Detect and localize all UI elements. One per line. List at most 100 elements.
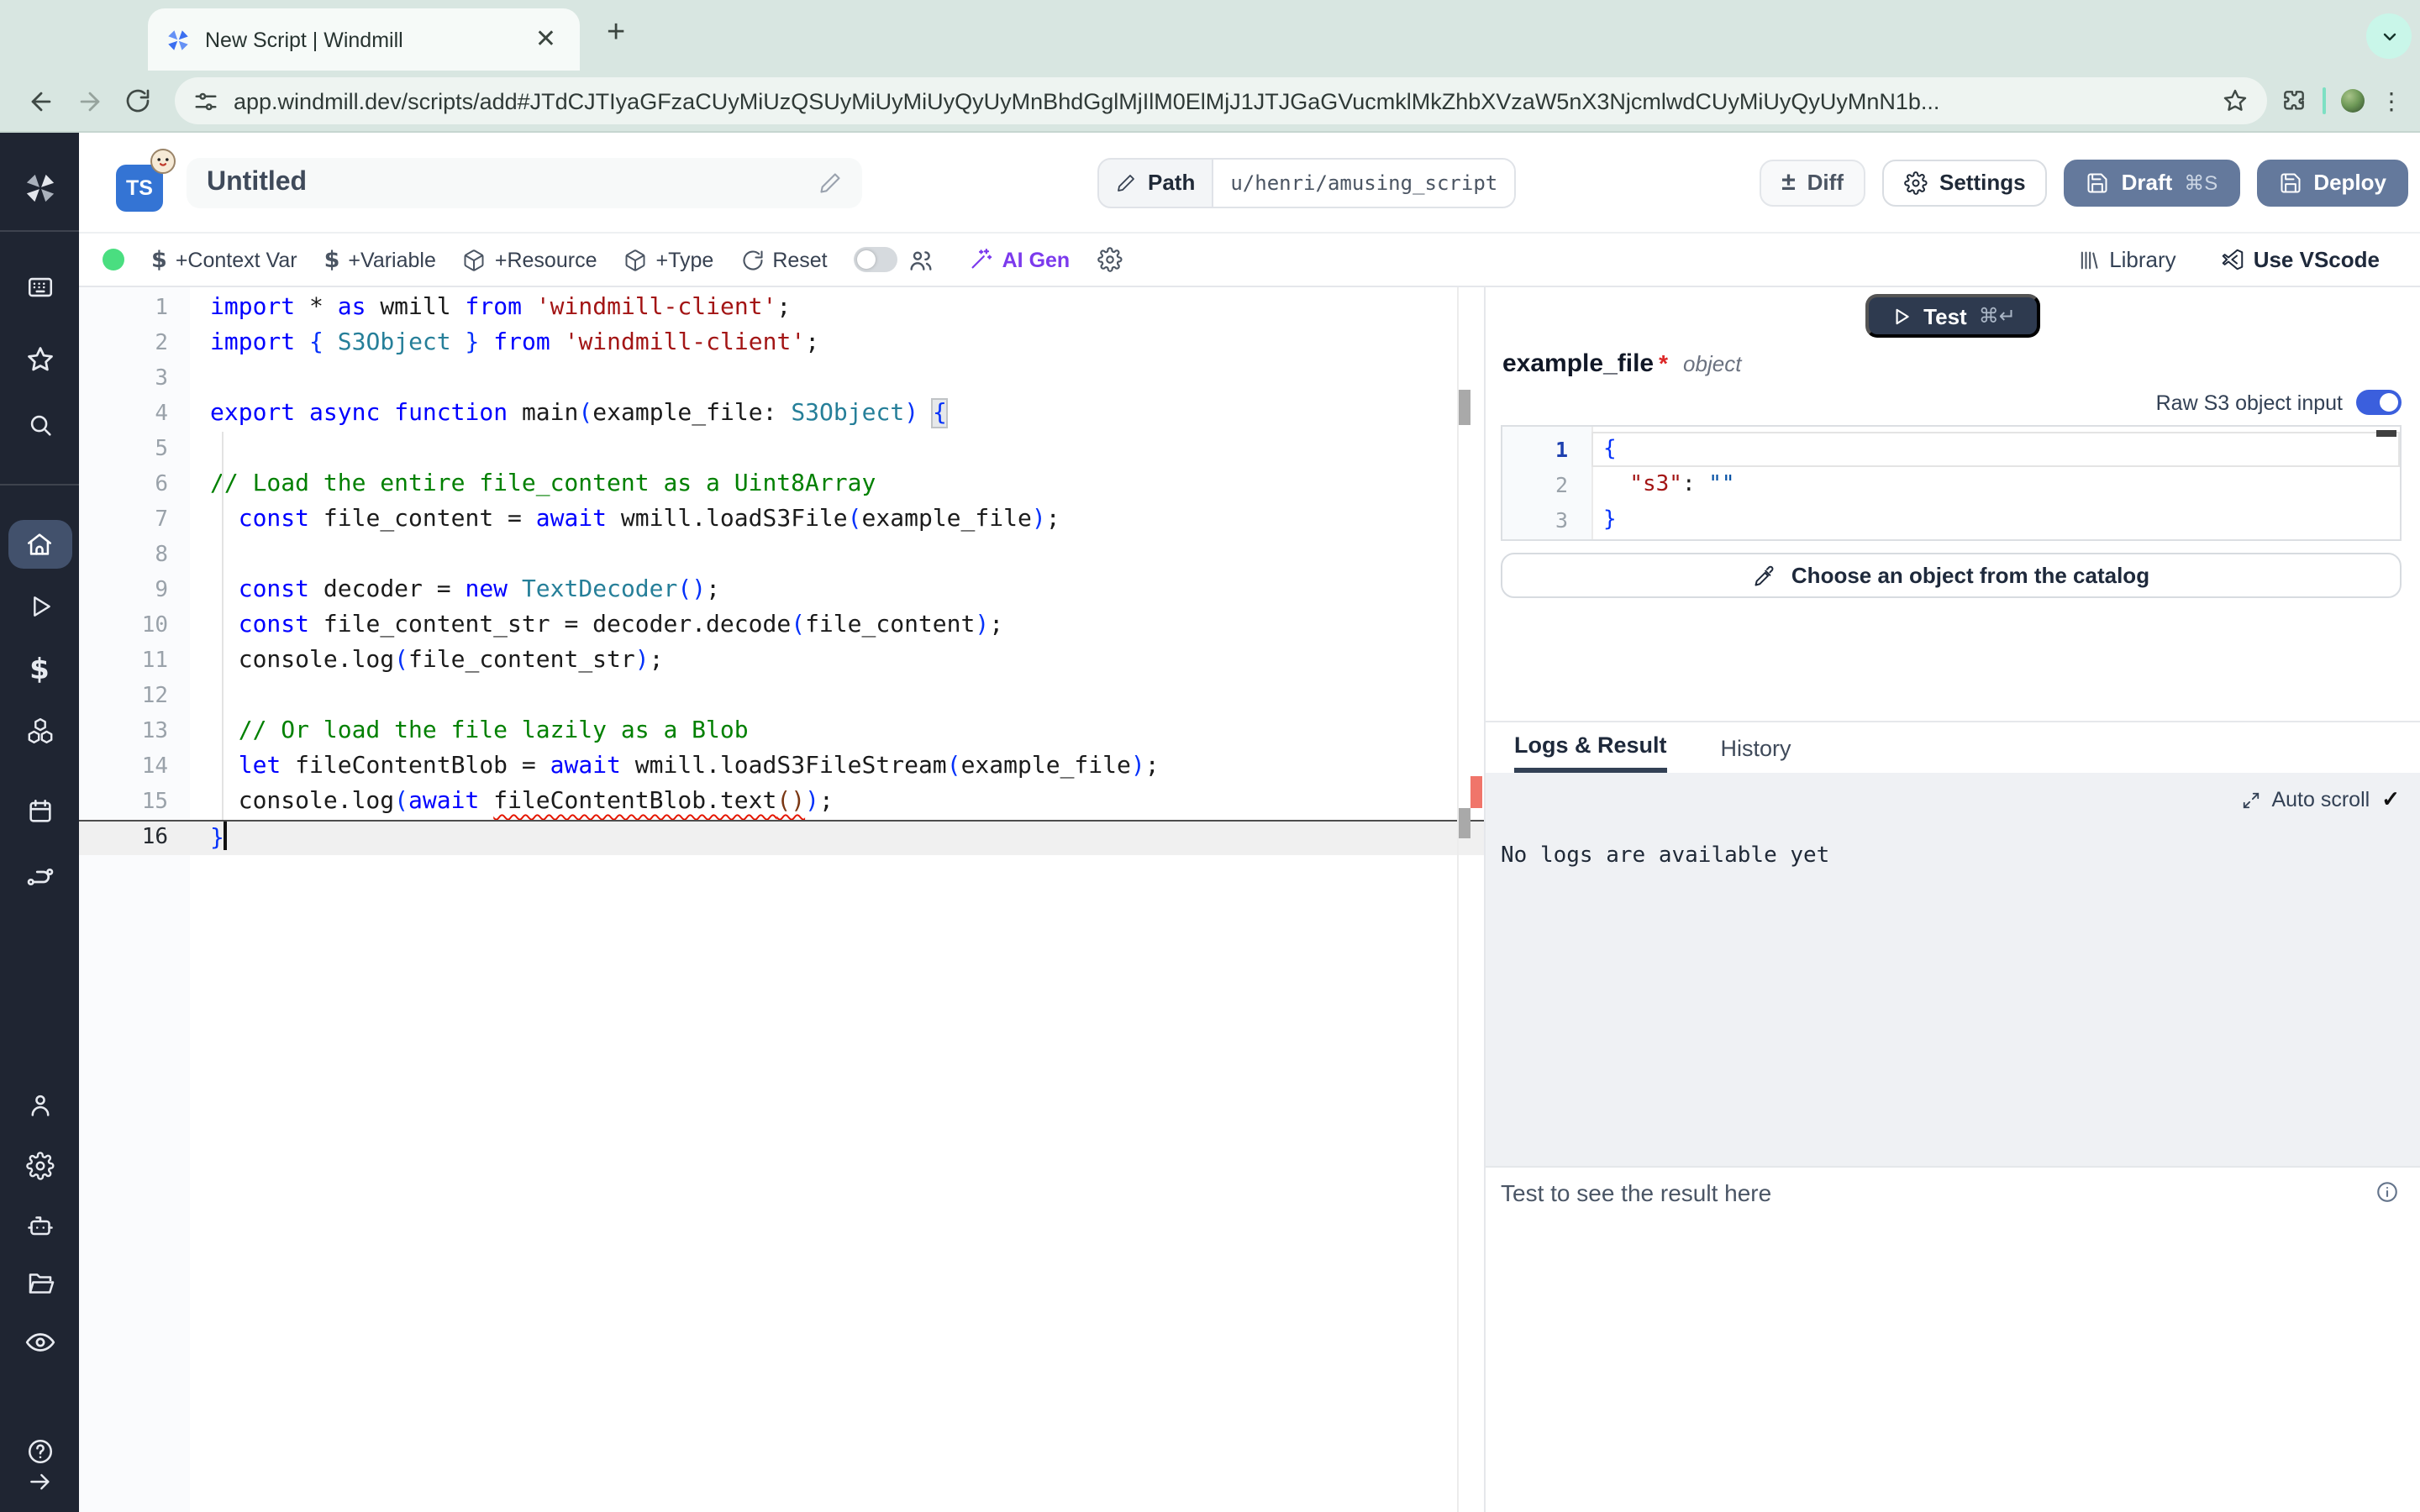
sidebar-item-schedules-calendar[interactable]: [25, 797, 54, 826]
diff-button[interactable]: ± Diff: [1760, 159, 1865, 206]
line-number: 3: [1502, 502, 1591, 538]
code-line: 8: [79, 538, 1484, 573]
script-title-field[interactable]: Untitled: [187, 157, 862, 207]
text-cursor: [224, 822, 227, 850]
script-header: TS Untitled Path u/henri/am: [79, 133, 2420, 234]
code-line: 10 const file_content_str = decoder.deco…: [79, 608, 1484, 643]
screen: New Script | Windmill ✕ + app.windmill.d…: [0, 0, 2420, 1512]
line-number: 2: [79, 326, 168, 361]
sidebar-item-home[interactable]: [8, 520, 71, 569]
add-variable-button[interactable]: $ +Variable: [324, 246, 436, 273]
result-tabs: Logs & Result History: [1486, 721, 2420, 773]
sidebar-item-runs-play[interactable]: [26, 593, 53, 620]
tab-close-icon[interactable]: ✕: [529, 24, 563, 55]
extensions-puzzle-icon[interactable]: [2281, 87, 2307, 114]
raw-s3-toggle[interactable]: [2356, 390, 2402, 415]
site-settings-icon[interactable]: [193, 88, 218, 113]
line-number: 11: [79, 643, 168, 679]
settings-button[interactable]: Settings: [1882, 159, 2048, 206]
code-text: const decoder = new TextDecoder();: [168, 573, 720, 608]
edit-title-pencil-icon[interactable]: [818, 171, 842, 194]
library-button[interactable]: Library: [2077, 247, 2176, 272]
result-placeholder: Test to see the result here: [1501, 1179, 1771, 1206]
sidebar-expand-arrow-icon[interactable]: [26, 1468, 53, 1495]
no-logs-message: No logs are available yet: [1501, 843, 1829, 869]
profile-avatar[interactable]: [2341, 89, 2365, 113]
sidebar-item-app-switcher[interactable]: [25, 273, 54, 302]
url-bar[interactable]: app.windmill.dev/scripts/add#JTdCJTIyaGF…: [175, 77, 2267, 124]
choose-object-button[interactable]: Choose an object from the catalog: [1501, 553, 2402, 598]
sidebar-item-workers-robot[interactable]: [24, 1211, 55, 1242]
sidebar-item-audit-eye[interactable]: [24, 1326, 55, 1358]
sidebar-item-variables-dollar[interactable]: $: [29, 654, 50, 687]
code-text: [168, 679, 210, 714]
reload-button[interactable]: [124, 87, 151, 114]
code-text: console.log(await fileContentBlob.text()…: [168, 785, 834, 820]
sidebar-item-user[interactable]: [25, 1091, 54, 1120]
code-editor[interactable]: 1import * as wmill from 'windmill-client…: [79, 287, 1484, 1512]
code-text: // Or load the file lazily as a Blob: [168, 714, 749, 749]
browser-update-chevron-icon[interactable]: [2366, 13, 2412, 59]
windmill-favicon-icon: [165, 26, 192, 53]
multiplayer-users-icon: [908, 246, 935, 273]
draft-button[interactable]: Draft ⌘S: [2065, 159, 2240, 206]
tab-history[interactable]: History: [1721, 722, 1791, 773]
editor-scrollbar-thumb[interactable]: [1459, 808, 1470, 838]
diff-icon: ±: [1781, 170, 1795, 195]
use-vscode-button[interactable]: Use VScode: [2220, 247, 2380, 272]
forward-button[interactable]: [76, 87, 104, 115]
json-input-editor[interactable]: 1{2 "s3": ""3}: [1501, 425, 2402, 541]
browser-chrome: New Script | Windmill ✕ + app.windmill.d…: [0, 0, 2420, 133]
argument-name: example_file: [1502, 349, 1654, 378]
argument-row: example_file * object: [1502, 349, 2403, 378]
info-icon[interactable]: [2375, 1179, 2400, 1205]
code-line: 14 let fileContentBlob = await wmill.loa…: [79, 749, 1484, 785]
line-number: 14: [79, 749, 168, 785]
browser-menu-icon[interactable]: ⋮: [2380, 89, 2403, 113]
bookmark-star-icon[interactable]: [2222, 87, 2249, 114]
tab-logs-result[interactable]: Logs & Result: [1514, 722, 1667, 773]
work-area: 1import * as wmill from 'windmill-client…: [79, 287, 2420, 1512]
windmill-logo-icon[interactable]: [21, 170, 58, 207]
path-value[interactable]: u/henri/amusing_script: [1212, 159, 1514, 206]
sidebar-item-settings-gear[interactable]: [25, 1152, 54, 1180]
browser-tab[interactable]: New Script | Windmill ✕: [148, 8, 580, 71]
add-resource-button[interactable]: +Resource: [463, 248, 597, 271]
sidebar-item-folders[interactable]: [24, 1268, 55, 1299]
auto-scroll-label[interactable]: Auto scroll: [2271, 788, 2370, 811]
auto-scroll-check-icon[interactable]: ✓: [2381, 786, 2400, 813]
sidebar-item-help[interactable]: [24, 1436, 55, 1467]
code-line: 11 console.log(file_content_str);: [79, 643, 1484, 679]
sidebar-item-flows-route[interactable]: [24, 862, 55, 892]
test-button[interactable]: Test ⌘↵: [1865, 294, 2041, 338]
editor-scrollbar-thumb[interactable]: [1459, 390, 1470, 425]
editor-scrollbar-track: [1457, 287, 1459, 1512]
expand-icon[interactable]: [2241, 790, 2260, 809]
line-number: 5: [79, 432, 168, 467]
sidebar-item-favorites-star[interactable]: [24, 344, 55, 375]
add-type-button[interactable]: +Type: [624, 248, 714, 271]
logs-panel: Auto scroll ✓ No logs are available yet: [1486, 773, 2420, 1166]
sidebar-divider: [0, 230, 79, 232]
code-line: 9 const decoder = new TextDecoder();: [79, 573, 1484, 608]
json-line: 2 "s3": "": [1502, 467, 2400, 502]
package-icon: [624, 248, 648, 271]
sidebar-item-search[interactable]: [25, 411, 54, 439]
code-line: 4export async function main(example_file…: [79, 396, 1484, 432]
url-text[interactable]: app.windmill.dev/scripts/add#JTdCJTIyaGF…: [234, 88, 2205, 113]
path-chip[interactable]: Path u/henri/amusing_script: [1097, 157, 1516, 207]
ai-gen-button[interactable]: AI Gen: [969, 247, 1071, 272]
gear-icon: [1904, 171, 1928, 194]
add-context-var-button[interactable]: $ +Context Var: [151, 246, 297, 273]
json-scrollbar-thumb[interactable]: [2376, 430, 2396, 437]
script-title: Untitled: [207, 167, 818, 197]
edit-path-pencil-icon: [1116, 172, 1136, 192]
back-button[interactable]: [27, 87, 55, 115]
editor-settings-gear-icon[interactable]: [1097, 247, 1122, 272]
new-tab-button[interactable]: +: [597, 12, 635, 55]
multiplayer-toggle[interactable]: [855, 247, 898, 272]
tab-title: New Script | Windmill: [205, 28, 529, 51]
sidebar-item-resources-cubes[interactable]: [24, 716, 55, 746]
reset-button[interactable]: Reset: [740, 248, 827, 271]
deploy-button[interactable]: Deploy: [2256, 159, 2408, 206]
